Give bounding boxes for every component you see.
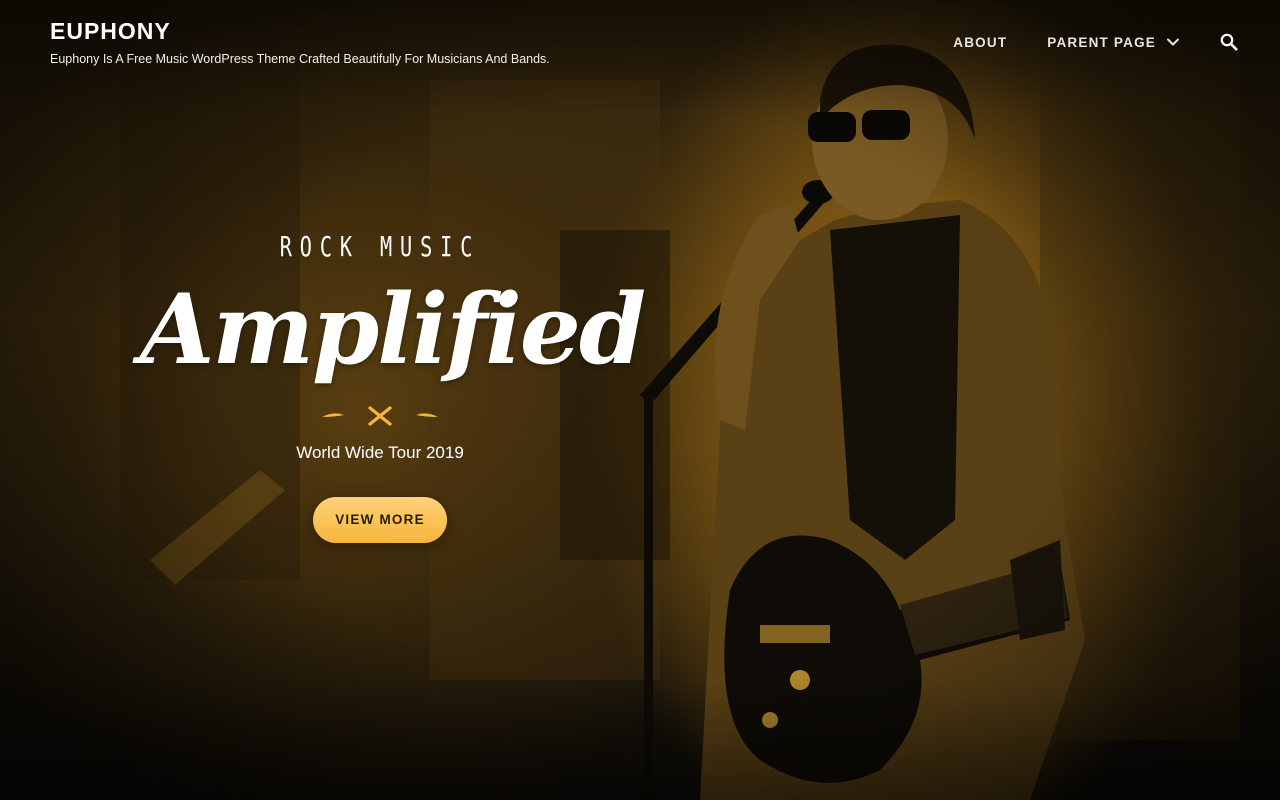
hero-title: Amplified	[140, 273, 646, 386]
view-more-button[interactable]: VIEW MORE	[313, 497, 447, 543]
hero-kicker: ROCK MUSIC	[279, 230, 481, 263]
nav-item-label: ABOUT	[953, 34, 1008, 50]
nav-item-about[interactable]: ABOUT	[953, 26, 1007, 58]
main-navigation: ABOUT PARENT PAGE	[913, 26, 1240, 58]
crossed-drumsticks-icon	[322, 406, 438, 426]
search-icon	[1220, 33, 1238, 51]
hero-subtitle: World Wide Tour 2019	[296, 443, 464, 462]
hero-content: ROCK MUSIC Amplified World Wide Tour 201…	[140, 225, 646, 543]
nav-item-parent-page[interactable]: PARENT PAGE	[1047, 26, 1180, 58]
nav-item-label: PARENT PAGE	[1047, 34, 1156, 50]
site-branding: EUPHONY Euphony Is A Free Music WordPres…	[50, 16, 550, 68]
hero-section: EUPHONY Euphony Is A Free Music WordPres…	[0, 0, 1280, 800]
site-description: Euphony Is A Free Music WordPress Theme …	[50, 52, 550, 66]
chevron-down-icon[interactable]	[1166, 35, 1180, 49]
search-button[interactable]	[1218, 31, 1240, 53]
site-title-link[interactable]: EUPHONY	[50, 16, 550, 46]
